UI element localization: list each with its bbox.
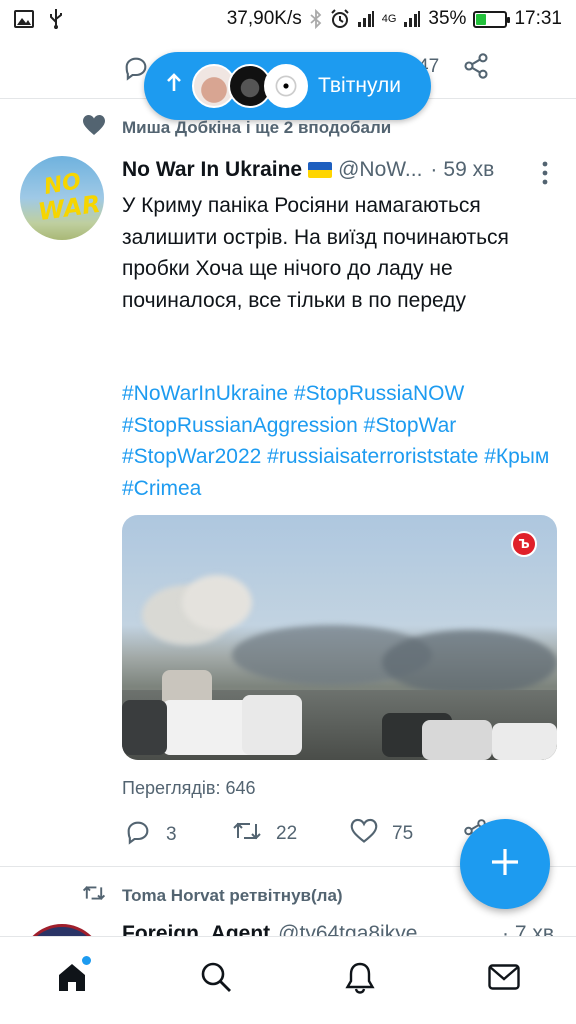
- home-icon: [55, 955, 91, 999]
- signal-icon: [403, 10, 421, 28]
- compose-tweet-button[interactable]: [460, 819, 550, 909]
- reply-button[interactable]: 3: [124, 818, 177, 852]
- network-type: 4G: [381, 13, 397, 25]
- share-icon[interactable]: [462, 52, 490, 85]
- tweet-media-image[interactable]: Ъ: [122, 515, 557, 760]
- retweet-button[interactable]: 22: [232, 818, 297, 850]
- retweeted-by[interactable]: Toma Horvat ретвітнув(ла): [82, 882, 343, 909]
- social-context[interactable]: Миша Добкіна і ще 2 вподобали: [82, 114, 391, 141]
- nav-notifications[interactable]: [340, 959, 380, 999]
- author-avatar[interactable]: NO WAR: [20, 156, 104, 240]
- notification-dot: [82, 955, 91, 965]
- new-tweets-pill[interactable]: Твітнули: [144, 52, 431, 120]
- nav-home[interactable]: [52, 955, 92, 999]
- nav-search[interactable]: [196, 959, 236, 999]
- reply-count: 3: [166, 824, 177, 845]
- author-name[interactable]: No War In Ukraine: [122, 158, 302, 182]
- notifications-icon: [343, 960, 377, 999]
- image-icon: [14, 10, 34, 28]
- pill-label: Твітнули: [318, 74, 401, 97]
- bottom-navigation: [0, 936, 576, 1024]
- social-context-text: Миша Добкіна і ще 2 вподобали: [122, 117, 392, 137]
- car: [242, 695, 302, 755]
- heart-icon: [82, 114, 106, 141]
- bluetooth-icon: [309, 9, 323, 29]
- car: [422, 720, 492, 760]
- retweet-count: 22: [276, 823, 298, 844]
- like-button[interactable]: 75: [350, 818, 413, 850]
- plus-icon: [488, 845, 522, 884]
- battery-percent: 35%: [428, 8, 467, 29]
- search-icon: [199, 960, 233, 999]
- time-separator: ·: [430, 158, 438, 181]
- alarm-icon: [330, 9, 350, 29]
- retweet-icon: [232, 818, 262, 850]
- tweet-text: У Криму паніка Росіяни намагаються залиш…: [122, 194, 509, 312]
- smoke: [182, 575, 252, 630]
- network-speed: 37,90K/s: [226, 8, 302, 29]
- retweet-icon: [82, 882, 106, 909]
- smoke: [382, 630, 557, 695]
- reply-icon: [124, 818, 152, 852]
- like-count: 75: [392, 823, 414, 844]
- more-options-icon[interactable]: [540, 160, 550, 191]
- tweet-time[interactable]: 59 хв: [443, 158, 494, 182]
- pill-avatars: [192, 64, 308, 108]
- tweet-header: No War In Ukraine @NoW... · 59 хв: [122, 158, 554, 182]
- messages-icon: [487, 962, 521, 997]
- nav-messages[interactable]: [484, 959, 524, 999]
- signal-icon: [357, 10, 375, 28]
- usb-icon: [48, 8, 64, 30]
- battery-icon: [473, 10, 511, 28]
- media-source-badge: Ъ: [511, 531, 537, 557]
- arrow-up-icon: [166, 73, 182, 99]
- status-bar: 37,90K/s 4G 35% 17:31: [0, 0, 576, 38]
- view-count: Переглядів: 646: [122, 778, 256, 798]
- retweeted-by-text: Toma Horvat ретвітнув(ла): [122, 885, 343, 905]
- avatar: [264, 64, 308, 108]
- author-handle[interactable]: @NoW...: [338, 158, 422, 182]
- ukraine-flag-icon: [308, 162, 333, 178]
- tweet-hashtags[interactable]: #NoWarInUkraine #StopRussiaNOW #StopRuss…: [122, 378, 552, 504]
- car: [492, 723, 557, 760]
- heart-icon: [350, 818, 378, 850]
- car: [122, 700, 167, 755]
- clock: 17:31: [514, 8, 562, 29]
